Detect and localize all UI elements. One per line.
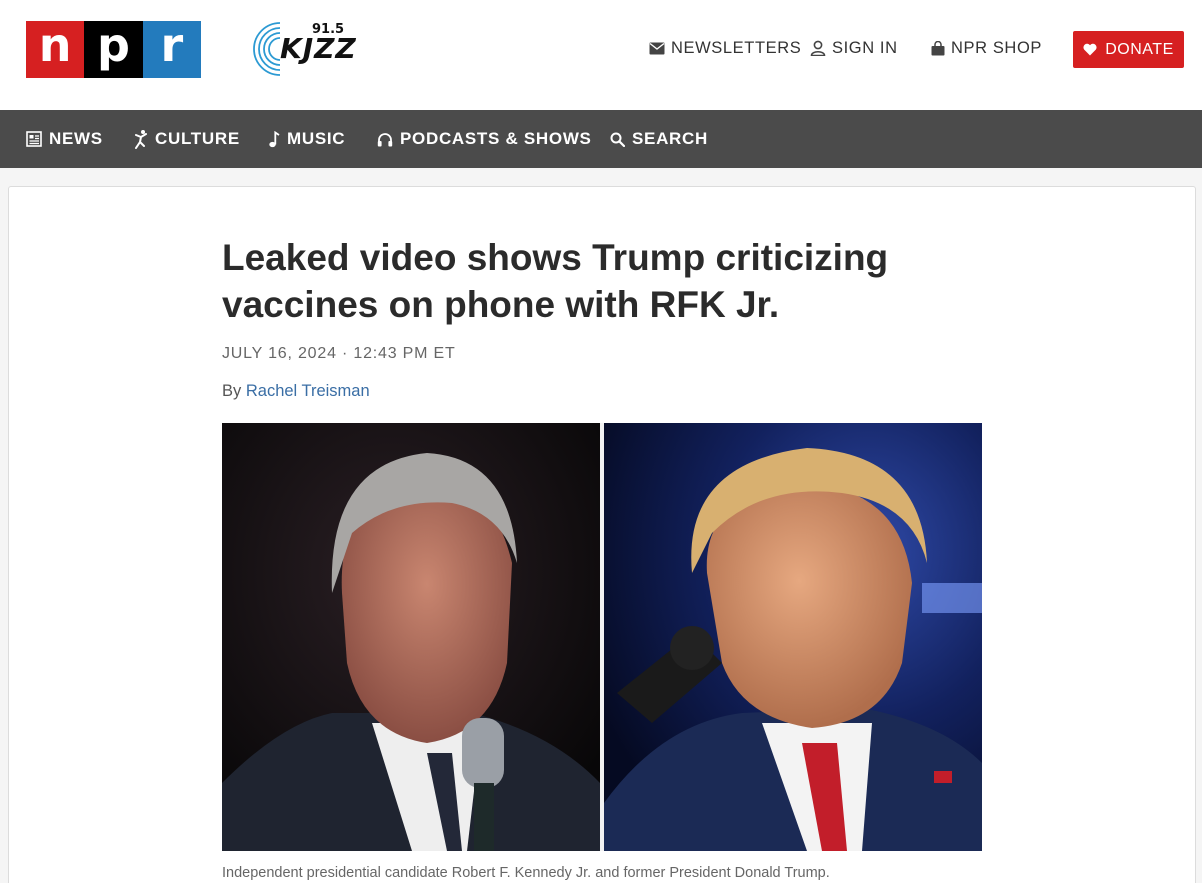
nav-label-music: MUSIC [287, 129, 346, 148]
utility-link-newsletters[interactable]: NEWSLETTERS [649, 30, 801, 66]
article-headline: Leaked video shows Trump criticizing vac… [222, 234, 922, 328]
article-lead-image[interactable] [222, 423, 982, 851]
headline-line-2: vaccines on phone with RFK Jr. [222, 284, 780, 325]
npr-logo-r: r [142, 21, 201, 78]
heart-icon [1083, 43, 1097, 56]
nav-label-podcasts-shows: PODCASTS & SHOWS [400, 129, 592, 148]
lead-image-photo [222, 423, 982, 851]
search-icon [610, 132, 625, 147]
utility-link-npr-shop[interactable]: NPR SHOP [931, 30, 1042, 66]
news-icon [26, 131, 42, 147]
npr-logo[interactable]: n p r [26, 21, 201, 78]
donate-button[interactable]: DONATE [1073, 31, 1184, 68]
donate-label: DONATE [1105, 40, 1174, 58]
station-name: KJZZ [280, 32, 357, 65]
nav-item-music[interactable]: MUSIC [269, 110, 345, 168]
nav-label-culture: CULTURE [155, 129, 240, 148]
headline-line-1: Leaked video shows Trump criticizing [222, 237, 889, 278]
image-caption: Independent presidential candidate Rober… [222, 865, 830, 881]
npr-logo-n: n [26, 21, 85, 78]
culture-icon [135, 130, 147, 149]
npr-shop-label: NPR SHOP [951, 38, 1042, 57]
user-icon [810, 40, 826, 56]
article-byline: By Rachel Treisman [222, 382, 370, 401]
sign-in-label: SIGN IN [832, 38, 898, 57]
nav-item-news[interactable]: NEWS [26, 110, 103, 168]
nav-item-search[interactable]: SEARCH [610, 110, 708, 168]
nav-item-podcasts-shows[interactable]: PODCASTS & SHOWS [377, 110, 592, 168]
byline-prefix: By [222, 382, 242, 400]
newsletters-label: NEWSLETTERS [671, 38, 802, 57]
npr-logo-p: p [84, 21, 143, 78]
music-note-icon [269, 130, 280, 147]
top-header: n p r 91.5 KJZZ NEWSLETTERS SIGN IN NPR … [0, 0, 1202, 110]
envelope-icon [649, 42, 665, 54]
nav-label-news: NEWS [49, 129, 103, 148]
headphones-icon [377, 132, 393, 146]
nav-item-culture[interactable]: CULTURE [134, 110, 240, 168]
utility-link-sign-in[interactable]: SIGN IN [810, 30, 898, 66]
article-dateline: JULY 16, 2024 · 12:43 PM ET [222, 345, 456, 362]
shopping-bag-icon [931, 40, 945, 55]
station-logo[interactable]: 91.5 KJZZ [250, 20, 360, 78]
author-link[interactable]: Rachel Treisman [246, 382, 370, 400]
main-nav: NEWS CULTURE MUSIC PODCASTS & SHOWS SEAR… [0, 110, 1202, 168]
nav-label-search: SEARCH [632, 129, 708, 148]
